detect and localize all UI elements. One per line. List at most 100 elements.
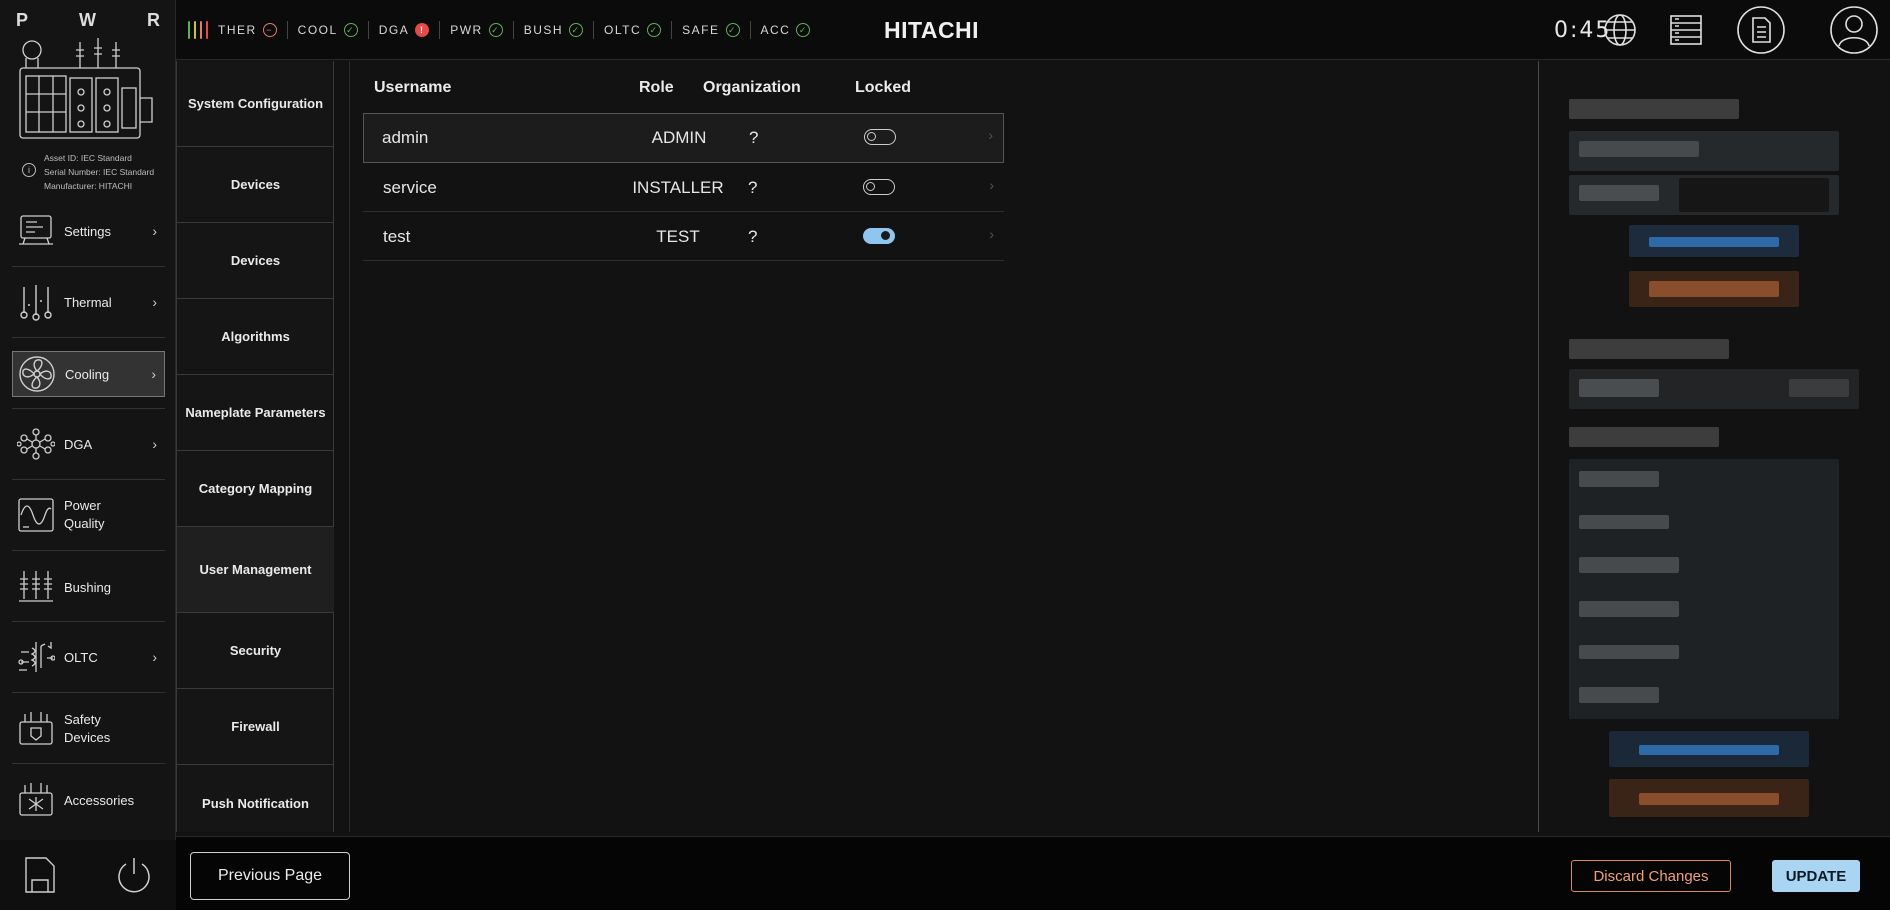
status-label: DGA — [378, 23, 410, 37]
status-safe[interactable]: SAFE ✓ — [671, 21, 749, 39]
status-ther[interactable]: THER − — [218, 21, 287, 39]
subnav-user-management[interactable]: User Management — [177, 527, 334, 613]
blurred-heading — [1569, 427, 1719, 447]
nav-item-thermal[interactable]: Thermal › — [12, 279, 165, 325]
manufacturer: Manufacturer: HITACHI — [44, 181, 133, 191]
top-bar: THER − COOL ✓ DGA! PWR ✓ BUSH ✓ OLTC ✓ SAFE ✓ ACC ✓ HI… — [176, 0, 1890, 60]
footer-bar: Previous Page Discard Changes UPDATE — [176, 836, 1890, 910]
pwr-letter-r: R — [146, 10, 160, 30]
status-pwr[interactable]: PWR ✓ — [439, 21, 513, 39]
discard-changes-button[interactable]: Discard Changes — [1571, 860, 1731, 892]
check-icon: ✓ — [725, 23, 740, 37]
status-dga[interactable]: DGA! — [367, 21, 440, 39]
brand-logo: HITACHI — [884, 17, 980, 43]
status-bush[interactable]: BUSH ✓ — [512, 21, 593, 39]
subnav-security[interactable]: Security — [177, 613, 334, 689]
previous-page-button[interactable]: Previous Page — [190, 852, 350, 900]
minus-icon: − — [262, 23, 277, 37]
subnav-devices-2[interactable]: Devices — [177, 223, 334, 299]
locked-toggle[interactable] — [863, 179, 895, 195]
power-icon[interactable] — [116, 856, 152, 899]
settings-subnav: System Configuration Devices Devices Alg… — [176, 61, 334, 842]
molecule-icon — [16, 424, 56, 464]
nav-item-oltc[interactable]: OLTC › — [12, 634, 165, 680]
health-bar — [194, 21, 196, 39]
subnav-push-notification[interactable]: Push Notification — [177, 765, 334, 842]
globe-icon[interactable] — [1598, 8, 1642, 52]
chevron-right-icon: › — [152, 649, 157, 665]
health-bar — [206, 21, 208, 39]
update-button[interactable]: UPDATE — [1772, 860, 1860, 892]
table-row[interactable]: test TEST ? › — [363, 213, 1004, 261]
nav-label-bushing: Bushing — [64, 579, 111, 595]
col-header-locked: Locked — [855, 79, 912, 96]
status-label: ACC — [760, 23, 791, 37]
chevron-right-icon: › — [152, 223, 157, 239]
status-label: OLTC — [604, 23, 642, 37]
nav-item-dga[interactable]: DGA › — [12, 421, 165, 467]
cell-role: ADMIN — [651, 128, 707, 147]
nav-item-cooling[interactable]: Cooling › — [12, 351, 165, 397]
blurred-text — [1579, 379, 1659, 397]
status-label: BUSH — [523, 23, 564, 37]
safety-device-icon — [16, 709, 56, 749]
status-oltc[interactable]: OLTC ✓ — [593, 21, 671, 39]
nav-label-dga: DGA — [64, 436, 93, 452]
blurred-list — [1569, 459, 1839, 719]
nav-item-power-quality[interactable]: Power Quality — [12, 492, 165, 538]
pwr-letter-p: P — [16, 10, 29, 30]
server-icon[interactable] — [1664, 8, 1708, 52]
blurred-text — [1579, 557, 1679, 573]
subnav-algorithms[interactable]: Algorithms — [177, 299, 334, 375]
nav-label-thermal: Thermal — [64, 294, 112, 310]
nav-item-safety-devices[interactable]: Safety Devices — [12, 706, 165, 752]
status-cool[interactable]: COOL ✓ — [286, 21, 368, 39]
tap-changer-icon — [16, 637, 56, 677]
chevron-right-icon[interactable]: › — [989, 177, 994, 193]
health-bar — [188, 21, 190, 39]
alert-icon: ! — [415, 23, 430, 37]
nav-item-settings[interactable]: Settings › — [12, 208, 165, 254]
check-icon: ✓ — [647, 23, 662, 37]
subnav-system-configuration[interactable]: System Configuration — [177, 61, 334, 147]
subnav-devices[interactable]: Devices — [177, 147, 334, 223]
subnav-nameplate-parameters[interactable]: Nameplate Parameters — [177, 375, 334, 451]
subnav-firewall[interactable]: Firewall — [177, 689, 334, 765]
chevron-right-icon: › — [152, 294, 157, 310]
nav-item-accessories[interactable]: Accessories — [12, 777, 165, 823]
status-label: COOL — [297, 23, 338, 37]
subnav-category-mapping[interactable]: Category Mapping — [177, 451, 334, 527]
chevron-right-icon[interactable]: › — [989, 226, 994, 242]
user-table: Username Role Organization Locked admin … — [350, 61, 1538, 832]
nav-item-bushing[interactable]: Bushing — [12, 564, 165, 610]
status-acc[interactable]: ACC ✓ — [749, 21, 821, 39]
document-icon[interactable] — [1736, 5, 1786, 55]
status-label: PWR — [450, 23, 483, 37]
locked-toggle[interactable] — [863, 228, 895, 244]
pwr-letter-w: W — [79, 10, 96, 30]
blurred-text — [1579, 471, 1659, 487]
nav-label-safety-devices: Safety Devices — [64, 712, 111, 745]
cell-username: admin — [382, 128, 429, 147]
user-icon[interactable] — [1829, 5, 1879, 55]
info-icon[interactable]: i — [22, 163, 36, 177]
blurred-heading — [1569, 339, 1729, 359]
table-row[interactable]: admin ADMIN ? › — [363, 113, 1004, 163]
locked-toggle[interactable] — [864, 129, 896, 145]
col-header-username: Username — [374, 79, 452, 96]
save-file-icon[interactable] — [24, 856, 56, 899]
nav-label-oltc: OLTC — [64, 649, 98, 665]
blurred-orange-button-label — [1649, 281, 1779, 297]
table-row[interactable]: service INSTALLER ? › — [363, 164, 1004, 212]
transformer-illustration — [19, 38, 153, 139]
blurred-blue-button-label — [1639, 745, 1779, 755]
chevron-right-icon[interactable]: › — [988, 127, 993, 143]
health-bar — [200, 21, 202, 39]
nav-footer — [0, 840, 176, 910]
check-icon: ✓ — [488, 23, 503, 37]
serial-number: Serial Number: IEC Standard — [44, 167, 155, 177]
cell-organization: ? — [748, 227, 758, 246]
thermometer-icon — [16, 282, 56, 322]
fan-icon — [17, 354, 57, 394]
status-label: THER — [218, 23, 257, 37]
